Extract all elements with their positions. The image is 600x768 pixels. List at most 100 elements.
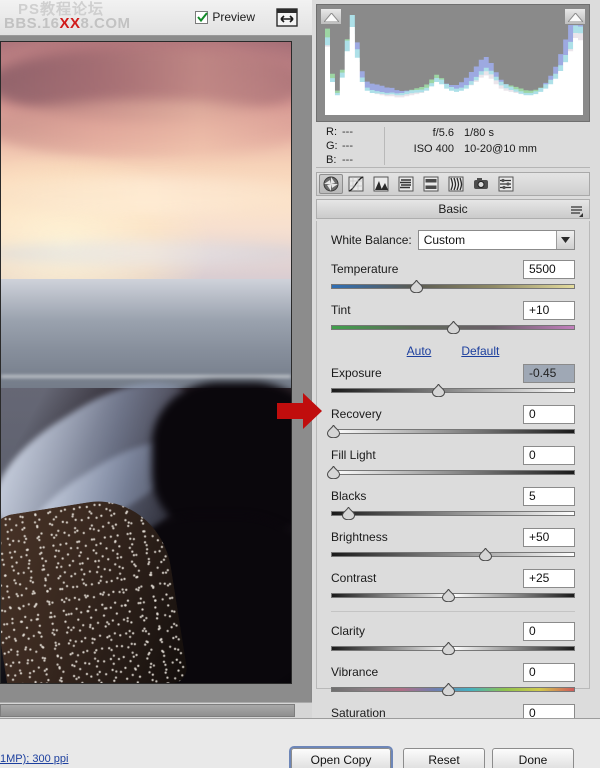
- slider-track-wrap[interactable]: [331, 382, 575, 398]
- white-balance-label: White Balance:: [331, 233, 412, 247]
- slider-track-wrap[interactable]: [331, 505, 575, 521]
- slider-value-field[interactable]: +25: [523, 568, 575, 588]
- slider-track-wrap[interactable]: [331, 319, 575, 335]
- slider-temperature[interactable]: Temperature 5500: [331, 259, 575, 294]
- slider-label: Vibrance: [331, 665, 379, 679]
- horizontal-scrollbar[interactable]: [0, 702, 312, 718]
- section-divider: [331, 611, 575, 612]
- slider-knob[interactable]: [442, 587, 456, 603]
- slider-knob[interactable]: [442, 640, 456, 656]
- watermark-chinese-text: PS教程论坛: [18, 1, 105, 18]
- reset-button[interactable]: Reset: [403, 748, 485, 768]
- dialog-footer: 1MP); 300 ppi Open Copy Reset Done UiBQ.…: [0, 718, 600, 768]
- preview-checkbox[interactable]: Preview: [195, 10, 255, 24]
- slider-knob[interactable]: [446, 319, 461, 335]
- slider-knob[interactable]: [410, 278, 424, 294]
- white-balance-value: Custom: [423, 233, 466, 247]
- slider-value-field[interactable]: +10: [523, 300, 575, 320]
- r-key: R:: [326, 126, 337, 138]
- scrollbar-thumb[interactable]: [0, 704, 295, 717]
- slider-value-field[interactable]: 5: [523, 486, 575, 506]
- shadow-clipping-triangle-icon[interactable]: [320, 8, 342, 25]
- slider-track-wrap[interactable]: [331, 546, 575, 562]
- slider-brightness[interactable]: Brightness +50: [331, 527, 575, 562]
- slider-track-wrap[interactable]: [327, 423, 575, 439]
- g-value: ---: [342, 140, 353, 152]
- photo-cloud: [1, 99, 291, 158]
- slider-track-wrap[interactable]: [331, 278, 575, 294]
- chevron-down-icon[interactable]: [556, 231, 574, 249]
- slider-value-field[interactable]: 5500: [523, 259, 575, 279]
- workflow-options-link[interactable]: 1MP); 300 ppi: [0, 753, 68, 765]
- highlight-clipping-triangle-icon[interactable]: [564, 8, 586, 25]
- slider-label: Recovery: [331, 407, 382, 421]
- detail-tab[interactable]: [369, 174, 393, 194]
- slider-knob[interactable]: [327, 423, 341, 439]
- auto-link[interactable]: Auto: [407, 344, 432, 358]
- panel-menu-icon[interactable]: [570, 204, 584, 222]
- image-canvas[interactable]: [0, 36, 322, 718]
- lens-correction-icon: [448, 176, 464, 192]
- sliders-list: Temperature 5500 Tint +10 Auto Default Exposur…: [327, 259, 575, 738]
- open-copy-button[interactable]: Open Copy: [291, 748, 391, 768]
- hsl-grayscale-tab[interactable]: [394, 174, 418, 194]
- slider-value-field[interactable]: +50: [523, 527, 575, 547]
- slider-blacks[interactable]: Blacks 5: [331, 486, 575, 521]
- shutter-value: 1/80 s: [464, 127, 494, 139]
- default-link[interactable]: Default: [461, 344, 499, 358]
- slider-clarity[interactable]: Clarity 0: [331, 621, 575, 656]
- adjustments-pane: R: --- G: --- B: --- f/5.6 1/80 s ISO 400 1…: [312, 0, 600, 738]
- slider-track[interactable]: [331, 552, 575, 557]
- tone-curve-icon: [348, 176, 364, 192]
- slider-knob[interactable]: [442, 681, 456, 697]
- white-balance-select[interactable]: Custom: [417, 230, 575, 250]
- hsl-lines-icon: [398, 176, 414, 192]
- aperture-value: f/5.6: [432, 127, 454, 139]
- slider-label: Clarity: [331, 624, 366, 638]
- slider-track[interactable]: [331, 388, 575, 393]
- slider-fill-light[interactable]: Fill Light 0: [327, 445, 575, 480]
- lens-corrections-tab[interactable]: [444, 174, 468, 194]
- slider-track-wrap[interactable]: [331, 681, 575, 697]
- checkbox-box[interactable]: [195, 10, 209, 24]
- split-toning-icon: [423, 176, 439, 192]
- photo-preview[interactable]: [0, 41, 292, 684]
- fullscreen-toggle-icon[interactable]: [276, 8, 298, 27]
- histogram-panel[interactable]: [316, 4, 590, 122]
- slider-knob[interactable]: [432, 382, 446, 398]
- image-metadata: R: --- G: --- B: --- f/5.6 1/80 s ISO 400 1…: [316, 124, 590, 168]
- slider-track[interactable]: [331, 429, 575, 434]
- slider-track-wrap[interactable]: [331, 587, 575, 603]
- slider-knob[interactable]: [342, 505, 356, 521]
- basic-tab[interactable]: [319, 174, 343, 194]
- slider-recovery[interactable]: Recovery 0: [327, 404, 575, 439]
- slider-knob[interactable]: [327, 464, 341, 480]
- split-toning-tab[interactable]: [419, 174, 443, 194]
- slider-vibrance[interactable]: Vibrance 0: [331, 662, 575, 697]
- slider-track[interactable]: [331, 511, 575, 516]
- adjustment-tabs: [316, 172, 590, 196]
- slider-track-wrap[interactable]: [331, 640, 575, 656]
- camera-calibration-tab[interactable]: [469, 174, 493, 194]
- presets-tab[interactable]: [494, 174, 518, 194]
- slider-knob[interactable]: [478, 546, 492, 562]
- preview-toolbar: PS教程论坛 BBS.16XX8.COM Preview: [0, 0, 312, 36]
- aperture-icon: [323, 176, 339, 192]
- slider-value-field[interactable]: 0: [523, 662, 575, 682]
- slider-value-field[interactable]: -0.45: [523, 363, 575, 383]
- panel-title: Basic: [438, 202, 468, 216]
- done-button[interactable]: Done: [492, 748, 574, 768]
- slider-tint[interactable]: Tint +10: [331, 300, 575, 335]
- image-preview-pane: PS教程论坛 BBS.16XX8.COM Preview: [0, 0, 322, 718]
- slider-track-wrap[interactable]: [327, 464, 575, 480]
- checkmark-icon: [197, 11, 209, 22]
- tone-curve-tab[interactable]: [344, 174, 368, 194]
- slider-contrast[interactable]: Contrast +25: [331, 568, 575, 603]
- slider-track[interactable]: [331, 284, 575, 289]
- slider-track[interactable]: [331, 470, 575, 475]
- slider-value-field[interactable]: 0: [523, 445, 575, 465]
- slider-exposure[interactable]: Exposure -0.45: [331, 363, 575, 398]
- slider-value-field[interactable]: 0: [523, 621, 575, 641]
- slider-label: Blacks: [331, 489, 367, 503]
- slider-value-field[interactable]: 0: [523, 404, 575, 424]
